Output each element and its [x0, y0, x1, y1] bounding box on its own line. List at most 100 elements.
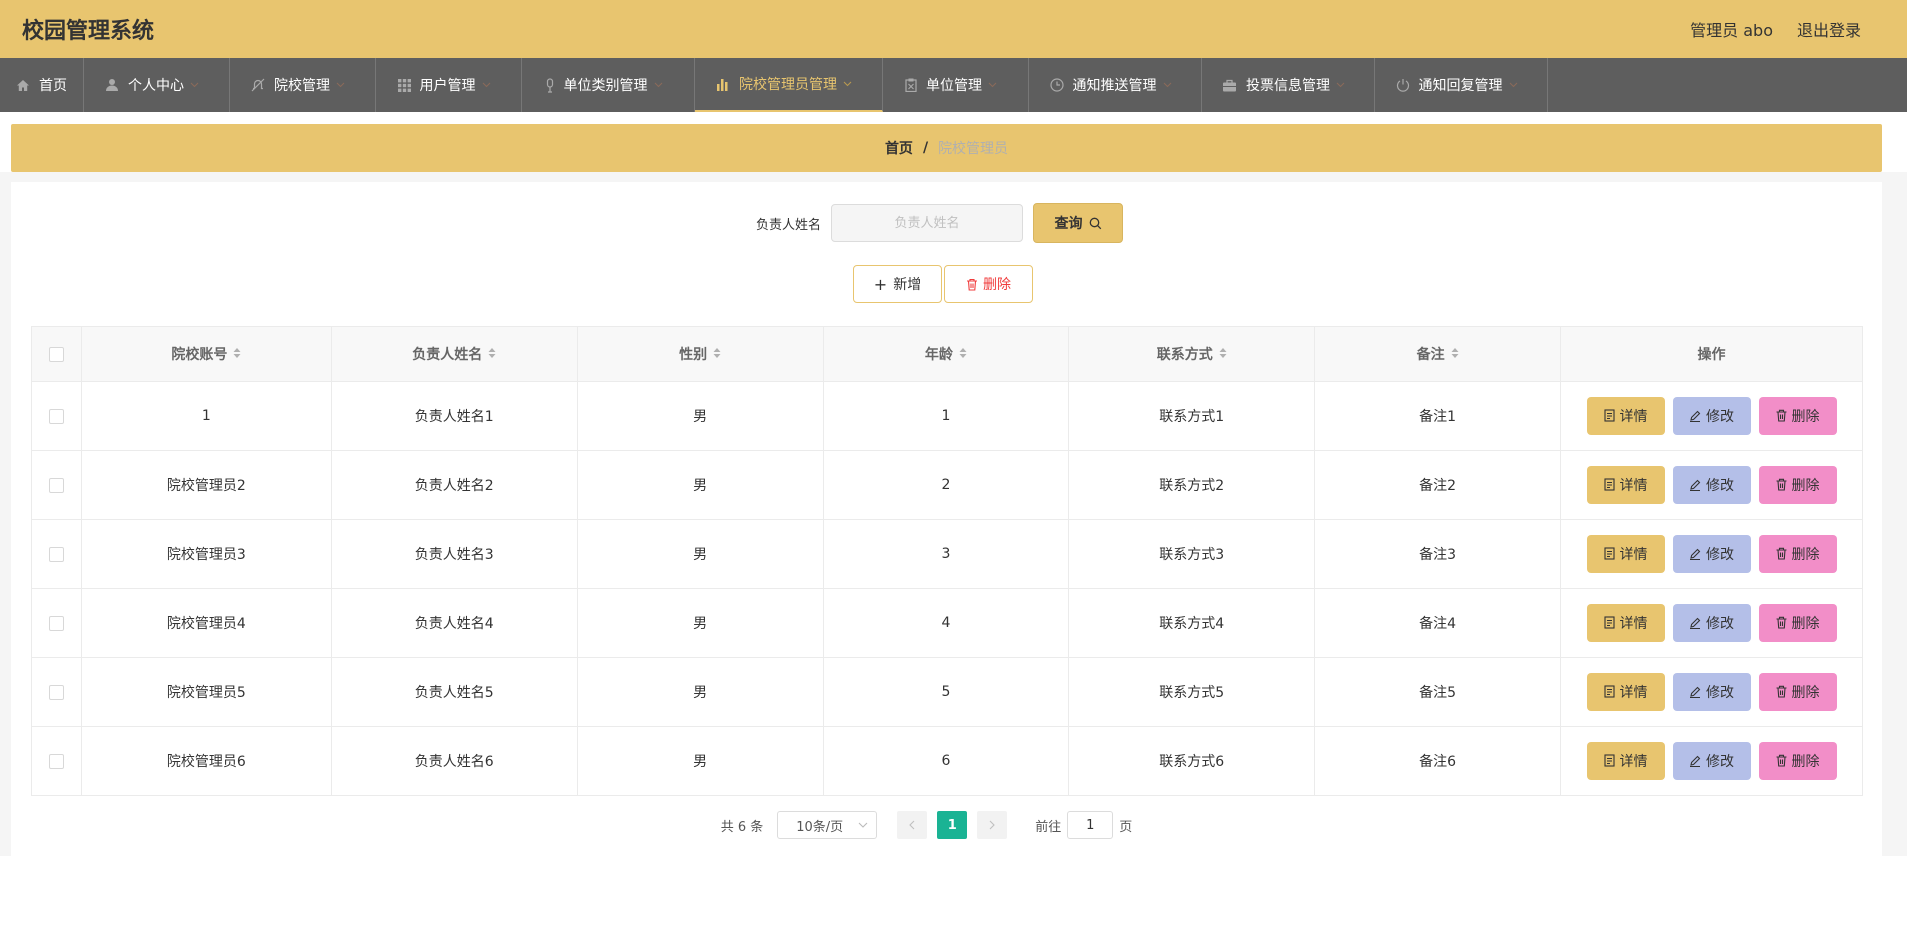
row-actions-cell: 详情 修改 删除	[1560, 381, 1863, 451]
delete-button[interactable]: 删除	[1758, 741, 1837, 780]
column-header[interactable]: 院校账号	[80, 326, 332, 382]
nav-item[interactable]: 单位管理	[883, 58, 1029, 112]
nav-item-label: 通知推送管理	[1072, 78, 1157, 94]
table-cell: 联系方式2	[1068, 450, 1316, 520]
edit-button[interactable]: 修改	[1672, 742, 1751, 781]
page-jump-suffix: 页	[1119, 819, 1133, 835]
detail-button[interactable]: 详情	[1586, 396, 1665, 435]
nav-item[interactable]: 个人中心	[84, 58, 230, 112]
logout-button[interactable]: 退出登录	[1797, 17, 1861, 41]
batch-delete-button[interactable]: 删除	[944, 265, 1033, 303]
row-checkbox[interactable]	[48, 477, 64, 493]
edit-button[interactable]: 修改	[1672, 397, 1751, 436]
table-cell: 联系方式1	[1068, 381, 1316, 451]
breadcrumb-home[interactable]: 首页	[885, 138, 913, 158]
nav-item[interactable]: 通知推送管理	[1029, 58, 1202, 112]
row-select-cell	[31, 726, 82, 796]
row-select-cell	[31, 450, 82, 520]
detail-button[interactable]: 详情	[1586, 741, 1665, 780]
row-checkbox[interactable]	[48, 408, 64, 424]
table-cell: 男	[576, 588, 824, 658]
nav-item-label: 院校管理	[274, 78, 330, 94]
table-cell: 联系方式3	[1068, 519, 1316, 589]
row-checkbox[interactable]	[48, 684, 64, 700]
page-jump-prefix: 前往	[1035, 819, 1062, 835]
chevron-down-icon	[1509, 80, 1527, 91]
detail-button-label: 详情	[1619, 408, 1648, 425]
table-row[interactable]: 院校管理员4 负责人姓名4 男 4 联系方式4 备注4 详情 修改 删除	[31, 588, 1863, 658]
next-page-button[interactable]	[977, 811, 1008, 839]
add-button[interactable]: + 新增	[853, 265, 942, 303]
sort-icon[interactable]	[1219, 347, 1227, 363]
chevron-down-icon	[858, 822, 868, 828]
nav-item[interactable]: 院校管理	[230, 58, 376, 112]
header-user-area: 管理员 abo 退出登录	[1690, 17, 1861, 41]
page-jump-input[interactable]	[1067, 811, 1114, 839]
column-header[interactable]: 负责人姓名	[330, 326, 578, 382]
sort-icon[interactable]	[959, 347, 967, 363]
delete-button[interactable]: 删除	[1758, 396, 1837, 435]
nav-item[interactable]: 用户管理	[376, 58, 522, 112]
detail-button[interactable]: 详情	[1586, 465, 1665, 504]
home-icon	[16, 79, 39, 92]
delete-button[interactable]: 删除	[1758, 672, 1837, 711]
edit-button[interactable]: 修改	[1672, 466, 1751, 505]
table-cell: 联系方式5	[1068, 657, 1316, 727]
page-size-select[interactable]: 10条/页	[777, 811, 878, 839]
edit-icon	[1689, 410, 1706, 423]
detail-button[interactable]: 详情	[1586, 672, 1665, 711]
file-icon	[1603, 547, 1620, 560]
nav-item[interactable]: 首页	[0, 58, 84, 112]
delete-button[interactable]: 删除	[1758, 603, 1837, 642]
table-row[interactable]: 院校管理员6 负责人姓名6 男 6 联系方式6 备注6 详情 修改 删除	[31, 726, 1863, 796]
sort-icon[interactable]	[713, 347, 721, 363]
row-checkbox[interactable]	[48, 615, 64, 631]
table-cell: 负责人姓名6	[330, 726, 578, 796]
sort-icon[interactable]	[488, 347, 496, 363]
nav-item[interactable]: 院校管理员管理	[695, 58, 883, 112]
column-header[interactable]: 备注	[1314, 326, 1562, 382]
add-button-label: 新增	[893, 277, 922, 293]
action-bar: + 新增 删除	[11, 265, 1882, 305]
edit-button-label: 修改	[1706, 754, 1735, 771]
nav-item-label: 用户管理	[419, 78, 476, 94]
row-select-cell	[31, 381, 82, 451]
edit-button[interactable]: 修改	[1672, 535, 1751, 574]
chevron-down-icon	[654, 80, 672, 91]
chevron-right-icon	[989, 820, 996, 830]
search-input[interactable]	[831, 204, 1023, 242]
chevron-down-icon	[336, 80, 354, 91]
column-header[interactable]: 联系方式	[1068, 326, 1316, 382]
delete-button[interactable]: 删除	[1758, 465, 1837, 504]
table-row[interactable]: 院校管理员2 负责人姓名2 男 2 联系方式2 备注2 详情 修改 删除	[31, 450, 1863, 520]
select-all-checkbox[interactable]	[48, 346, 64, 362]
delete-button-label: 删除	[1791, 615, 1820, 632]
detail-button[interactable]: 详情	[1586, 603, 1665, 642]
edit-button[interactable]: 修改	[1672, 673, 1751, 712]
column-header[interactable]: 年龄	[822, 326, 1070, 382]
sort-icon[interactable]	[1451, 347, 1459, 363]
file-icon	[1603, 409, 1620, 422]
table-cell: 备注1	[1314, 381, 1562, 451]
nav-item[interactable]: 单位类别管理	[522, 58, 695, 112]
table-cell: 男	[576, 450, 824, 520]
detail-button[interactable]: 详情	[1586, 534, 1665, 573]
column-header[interactable]: 性别	[576, 326, 824, 382]
delete-button[interactable]: 删除	[1758, 534, 1837, 573]
query-button[interactable]: 查询	[1033, 203, 1123, 243]
nav-item[interactable]: 投票信息管理	[1202, 58, 1375, 112]
edit-button-label: 修改	[1706, 409, 1735, 426]
row-actions-cell: 详情 修改 删除	[1560, 519, 1863, 589]
pagination-total: 共 6 条	[720, 819, 764, 835]
table-row[interactable]: 院校管理员3 负责人姓名3 男 3 联系方式3 备注3 详情 修改 删除	[31, 519, 1863, 589]
row-checkbox[interactable]	[48, 546, 64, 562]
search-bar: 负责人姓名 查询	[11, 203, 1882, 243]
table-row[interactable]: 1 负责人姓名1 男 1 联系方式1 备注1 详情 修改 删除	[31, 381, 1863, 451]
sort-icon[interactable]	[233, 347, 241, 363]
page-number-current[interactable]: 1	[937, 811, 968, 839]
row-checkbox[interactable]	[48, 753, 64, 769]
table-row[interactable]: 院校管理员5 负责人姓名5 男 5 联系方式5 备注5 详情 修改 删除	[31, 657, 1863, 727]
edit-button[interactable]: 修改	[1672, 604, 1751, 643]
nav-item[interactable]: 通知回复管理	[1375, 58, 1548, 112]
prev-page-button[interactable]	[897, 811, 928, 839]
